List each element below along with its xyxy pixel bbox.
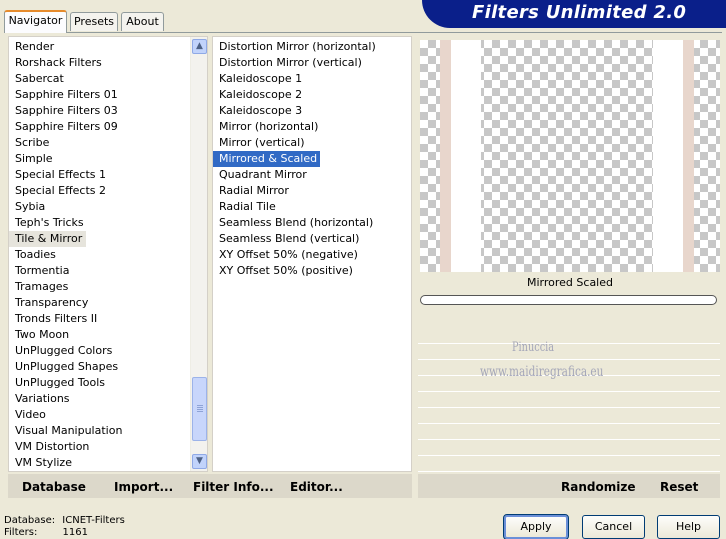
- filter-item[interactable]: Radial Tile: [213, 199, 411, 215]
- tab-navigator[interactable]: Navigator: [4, 10, 67, 33]
- category-item[interactable]: Video: [9, 407, 207, 423]
- chevron-up-icon[interactable]: ▲: [192, 39, 207, 54]
- category-item[interactable]: Sapphire Filters 03: [9, 103, 207, 119]
- header-banner: Filters Unlimited 2.0: [422, 0, 726, 28]
- help-button[interactable]: Help: [657, 515, 720, 539]
- editor-button[interactable]: Editor...: [290, 480, 343, 494]
- category-item[interactable]: UnPlugged Colors: [9, 343, 207, 359]
- category-item[interactable]: VM Stylize: [9, 455, 207, 471]
- tab-presets[interactable]: Presets: [70, 12, 118, 31]
- category-item[interactable]: Sapphire Filters 01: [9, 87, 207, 103]
- filter-item[interactable]: Distortion Mirror (horizontal): [213, 39, 411, 55]
- category-list[interactable]: Render Rorshack Filters Sabercat Sapphire F…: [8, 36, 208, 472]
- reset-button[interactable]: Reset: [660, 480, 698, 494]
- category-item[interactable]: Render: [9, 39, 207, 55]
- category-item[interactable]: Transparency: [9, 295, 207, 311]
- category-item[interactable]: Tormentia: [9, 263, 207, 279]
- filter-item[interactable]: Mirror (vertical): [213, 135, 411, 151]
- status-database-value: ICNET-Filters: [62, 515, 125, 526]
- progress-bar: [420, 295, 717, 305]
- category-item[interactable]: Two Moon: [9, 327, 207, 343]
- category-item[interactable]: Tronds Filters II: [9, 311, 207, 327]
- category-item[interactable]: Teph's Tricks: [9, 215, 207, 231]
- filter-item[interactable]: XY Offset 50% (negative): [213, 247, 411, 263]
- category-item[interactable]: Sabercat: [9, 71, 207, 87]
- app-title: Filters Unlimited 2.0: [472, 2, 687, 23]
- category-scrollbar[interactable]: ▲ ▼: [190, 37, 207, 471]
- filter-item[interactable]: Mirror (horizontal): [213, 119, 411, 135]
- filter-info-button[interactable]: Filter Info...: [193, 480, 274, 494]
- category-item[interactable]: UnPlugged Shapes: [9, 359, 207, 375]
- filter-item[interactable]: Seamless Blend (horizontal): [213, 215, 411, 231]
- category-item[interactable]: Sybia: [9, 199, 207, 215]
- filter-item[interactable]: Kaleidoscope 3: [213, 103, 411, 119]
- filter-item[interactable]: Radial Mirror: [213, 183, 411, 199]
- status-filters-value: 1161: [62, 527, 88, 538]
- apply-button[interactable]: Apply: [503, 514, 569, 539]
- filter-item[interactable]: XY Offset 50% (positive): [213, 263, 411, 279]
- category-item[interactable]: Rorshack Filters: [9, 55, 207, 71]
- filter-list[interactable]: Distortion Mirror (horizontal) Distortion…: [212, 36, 412, 472]
- cancel-button[interactable]: Cancel: [582, 515, 645, 539]
- filter-item[interactable]: Distortion Mirror (vertical): [213, 55, 411, 71]
- category-item[interactable]: VM Distortion: [9, 439, 207, 455]
- filter-item[interactable]: Mirrored & Scaled: [213, 151, 321, 167]
- category-item[interactable]: Toadies: [9, 247, 207, 263]
- category-item[interactable]: Visual Manipulation: [9, 423, 207, 439]
- chevron-down-icon[interactable]: ▼: [192, 454, 207, 469]
- parameter-area: [418, 328, 720, 472]
- category-item[interactable]: UnPlugged Tools: [9, 375, 207, 391]
- database-button[interactable]: Database: [22, 480, 86, 494]
- tab-about[interactable]: About: [121, 12, 164, 31]
- status-database: Database: ICNET-Filters: [4, 515, 125, 526]
- status-database-label: Database:: [4, 515, 56, 526]
- category-item[interactable]: Simple: [9, 151, 207, 167]
- category-item[interactable]: Sapphire Filters 09: [9, 119, 207, 135]
- status-filters-label: Filters:: [4, 527, 38, 538]
- selected-filter-name: Mirrored Scaled: [527, 276, 613, 289]
- category-item[interactable]: Tile & Mirror: [9, 231, 87, 247]
- filter-item[interactable]: Seamless Blend (vertical): [213, 231, 411, 247]
- scroll-thumb[interactable]: [192, 377, 207, 441]
- filter-item[interactable]: Kaleidoscope 2: [213, 87, 411, 103]
- tab-strip-line: [4, 32, 722, 33]
- category-item[interactable]: Special Effects 1: [9, 167, 207, 183]
- preview-image: [420, 40, 720, 272]
- category-item[interactable]: Special Effects 2: [9, 183, 207, 199]
- filter-item[interactable]: Kaleidoscope 1: [213, 71, 411, 87]
- import-button[interactable]: Import...: [114, 480, 173, 494]
- category-item[interactable]: Scribe: [9, 135, 207, 151]
- category-item[interactable]: Tramages: [9, 279, 207, 295]
- watermark-url: www.maidiregrafica.eu: [480, 364, 604, 380]
- watermark-name: Pinuccia: [512, 340, 555, 355]
- status-filters: Filters: 1161: [4, 527, 88, 538]
- filter-item[interactable]: Quadrant Mirror: [213, 167, 411, 183]
- category-item[interactable]: Variations: [9, 391, 207, 407]
- randomize-button[interactable]: Randomize: [561, 480, 635, 494]
